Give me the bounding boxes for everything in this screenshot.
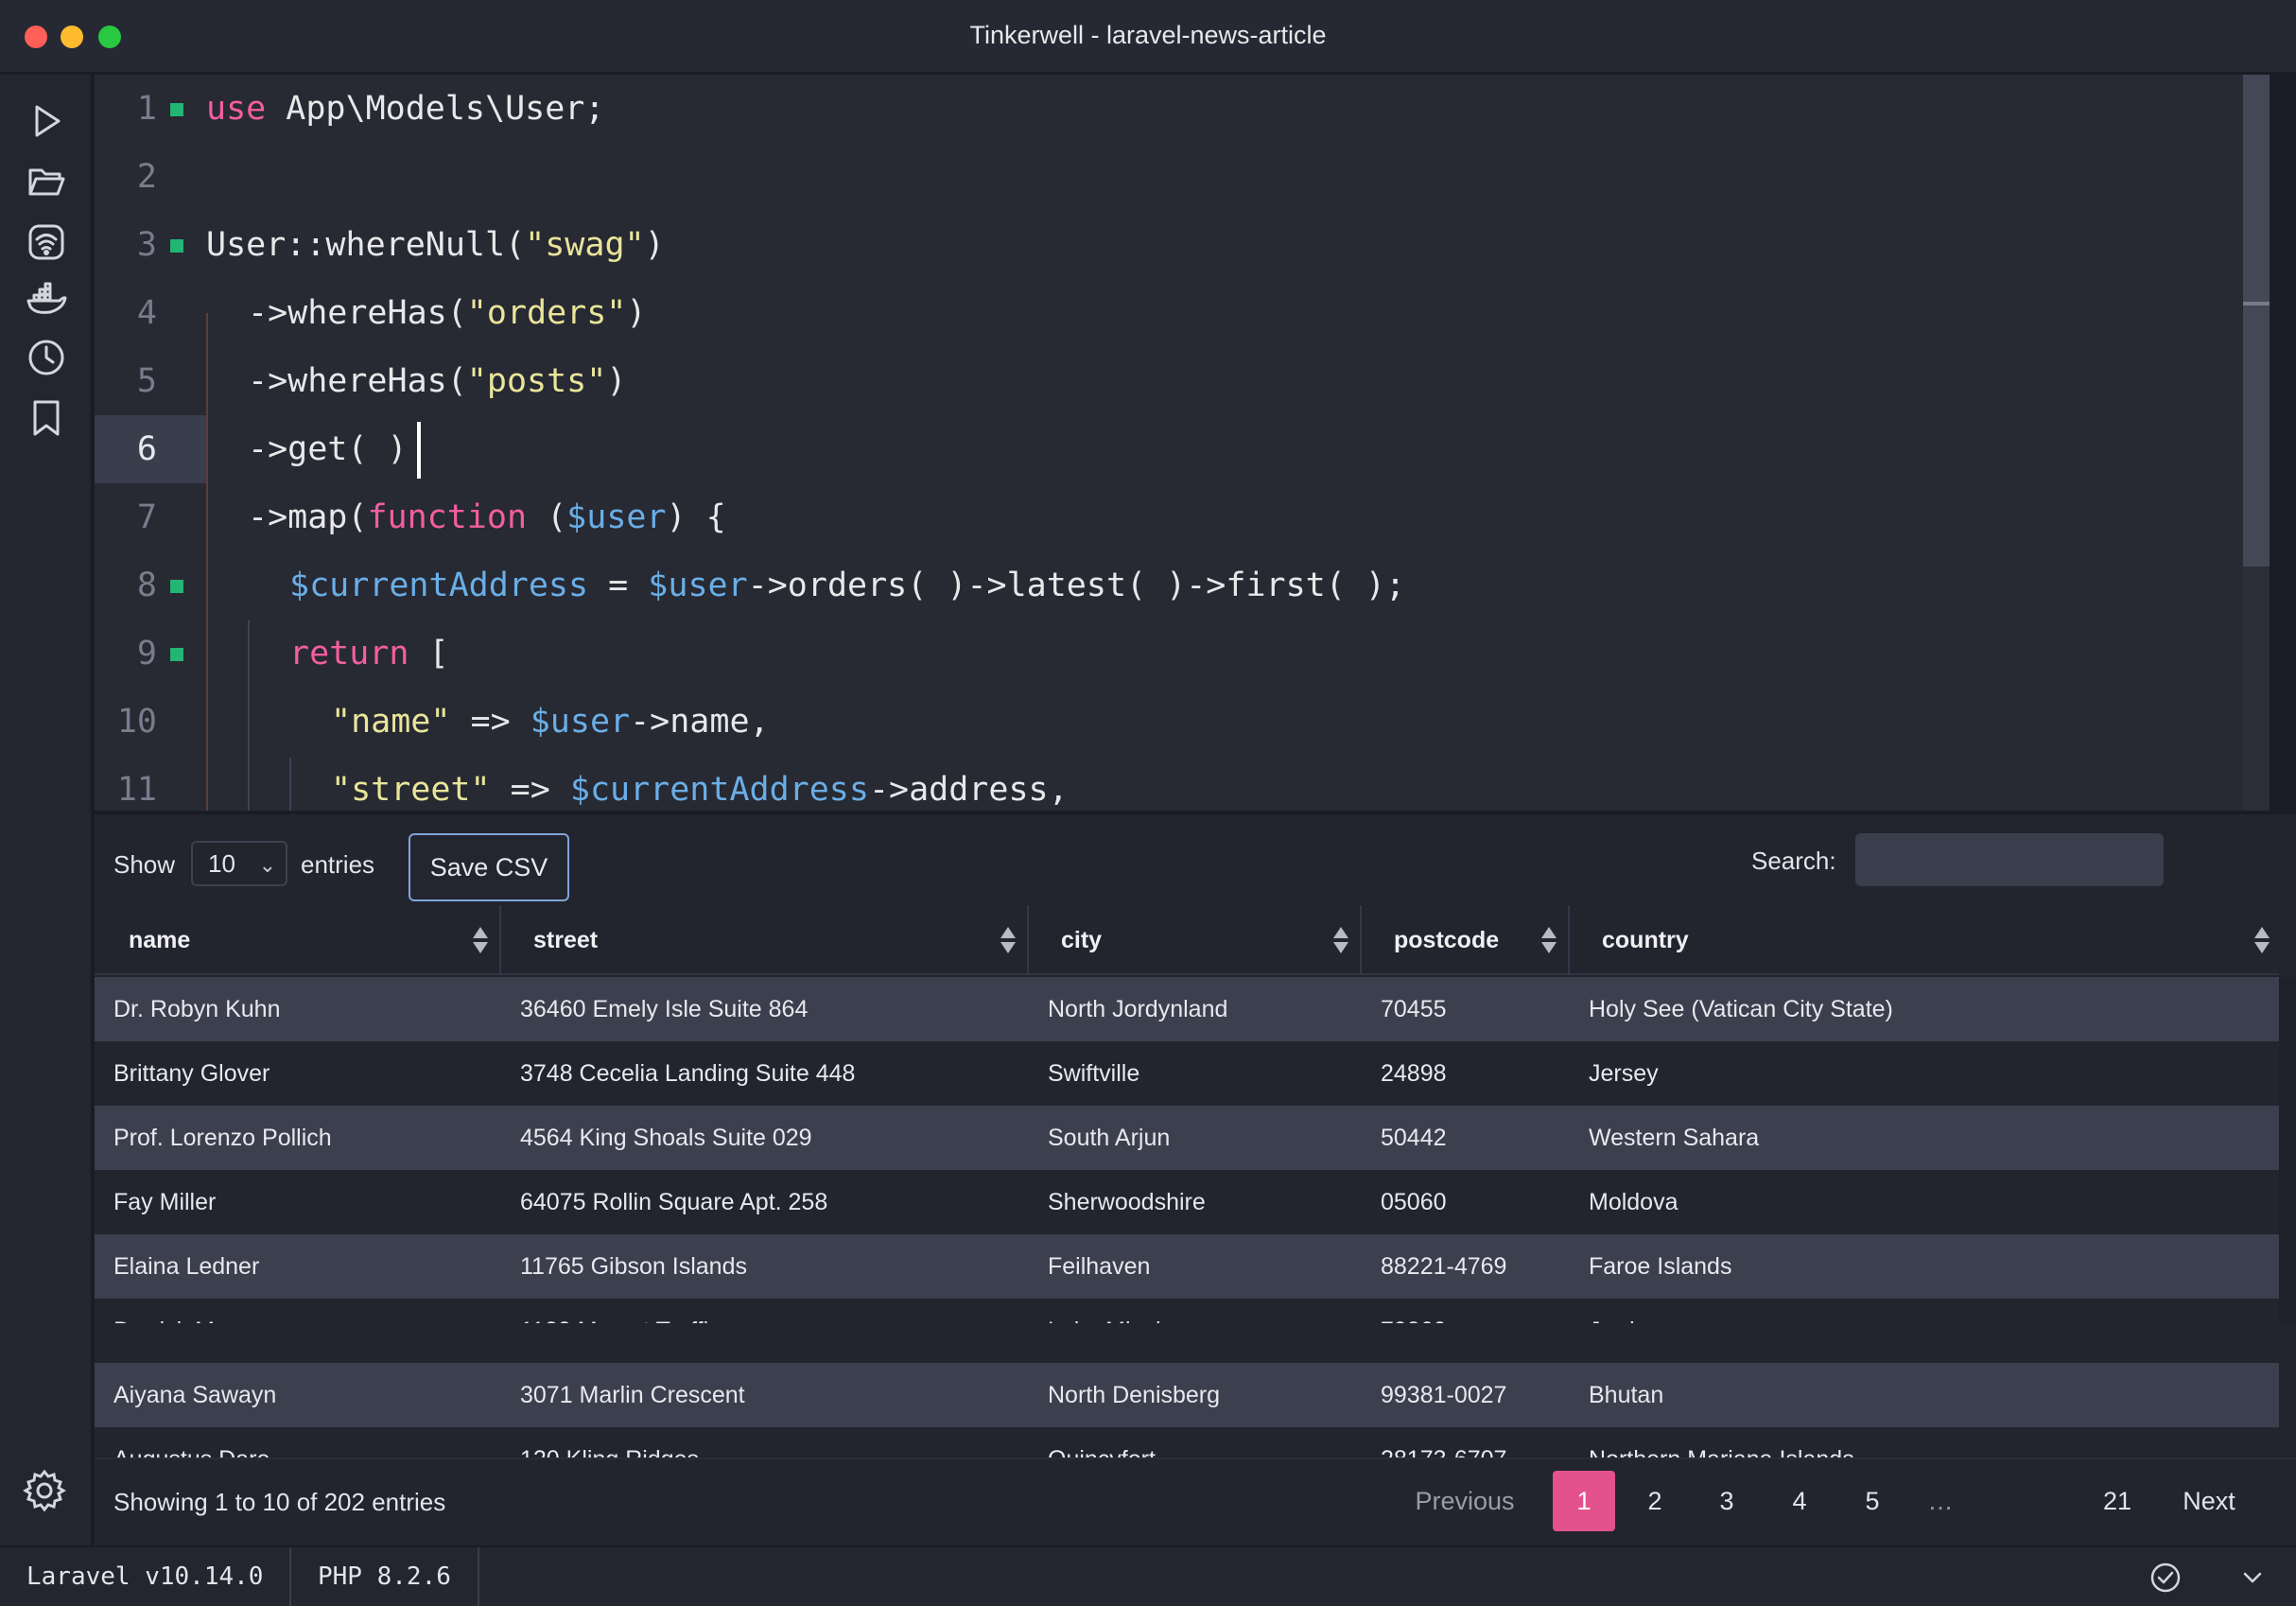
folder-icon[interactable] bbox=[21, 156, 72, 207]
code-line: 3 User::whereNull("swag") bbox=[95, 211, 2270, 279]
sort-icon bbox=[1000, 927, 1016, 953]
line-number: 4 bbox=[136, 294, 157, 332]
chevron-down-icon[interactable] bbox=[2234, 1559, 2271, 1597]
bookmark-icon[interactable] bbox=[21, 393, 72, 444]
column-header-country[interactable]: country bbox=[1570, 905, 2281, 975]
entries-info: Showing 1 to 10 of 202 entries bbox=[113, 1488, 446, 1516]
run-icon[interactable] bbox=[21, 96, 72, 147]
entries-label: entries bbox=[301, 850, 375, 879]
page-button-5[interactable]: 5 bbox=[1844, 1471, 1901, 1531]
table-row[interactable]: Dr. Robyn Kuhn 36460 Emely Isle Suite 86… bbox=[95, 977, 2279, 1041]
search-label: Search: bbox=[1751, 847, 1836, 875]
editor-scrollbar-thumb[interactable] bbox=[2243, 75, 2270, 567]
docker-icon[interactable] bbox=[21, 273, 72, 324]
table-row[interactable]: Aiyana Sawayn 3071 Marlin Crescent North… bbox=[95, 1363, 2279, 1427]
code-line: 8 $currentAddress = $user->orders( )->la… bbox=[95, 551, 2270, 620]
code-line: 1 use App\Models\User; bbox=[95, 75, 2270, 143]
page-button-1[interactable]: 1 bbox=[1553, 1471, 1615, 1531]
title-bar: Tinkerwell - laravel-news-article bbox=[0, 0, 2296, 74]
table-row[interactable]: Derrick Mraz 1122 Mayert Trafficway Lake… bbox=[95, 1299, 2279, 1323]
code-line: 5 ->whereHas("posts") bbox=[95, 347, 2270, 415]
page-button-3[interactable]: 3 bbox=[1698, 1471, 1755, 1531]
show-label: Show bbox=[113, 850, 176, 879]
code-line: 7 ->map(function ($user) { bbox=[95, 483, 2270, 551]
line-marker bbox=[170, 239, 183, 253]
sort-icon bbox=[2254, 927, 2270, 953]
sort-icon bbox=[1541, 927, 1557, 953]
column-header-street[interactable]: street bbox=[501, 905, 1029, 975]
table-body: Dr. Robyn Kuhn 36460 Emely Isle Suite 86… bbox=[95, 977, 2279, 1323]
code-line: 10 "name" => $user->name, bbox=[95, 688, 2270, 756]
page-size-select[interactable]: 10 ⌄ bbox=[191, 841, 287, 886]
check-circle-icon[interactable] bbox=[2147, 1559, 2184, 1597]
previous-page-button[interactable]: Previous bbox=[1403, 1471, 1526, 1531]
page-ellipsis: … bbox=[1927, 1487, 1954, 1515]
page-button-2[interactable]: 2 bbox=[1626, 1471, 1683, 1531]
line-number: 6 bbox=[136, 430, 157, 468]
line-number: 1 bbox=[136, 90, 157, 128]
line-number: 2 bbox=[136, 158, 157, 196]
line-marker bbox=[170, 103, 183, 116]
code-line: 2 bbox=[95, 143, 2270, 211]
table-footer: Showing 1 to 10 of 202 entries Previous … bbox=[95, 1458, 2296, 1547]
page-button-4[interactable]: 4 bbox=[1771, 1471, 1828, 1531]
sidebar bbox=[0, 75, 93, 1545]
page-button-21[interactable]: 21 bbox=[2084, 1471, 2150, 1531]
search-input[interactable] bbox=[1855, 833, 2164, 886]
line-marker bbox=[170, 648, 183, 661]
remote-icon[interactable] bbox=[21, 217, 72, 268]
table-row[interactable]: Fay Miller 64075 Rollin Square Apt. 258 … bbox=[95, 1170, 2279, 1234]
text-cursor bbox=[416, 422, 421, 479]
table-row[interactable]: Elaina Ledner 11765 Gibson Islands Feilh… bbox=[95, 1234, 2279, 1299]
next-page-button[interactable]: Next bbox=[2171, 1471, 2247, 1531]
column-header-name[interactable]: name bbox=[95, 905, 501, 975]
column-header-postcode[interactable]: postcode bbox=[1362, 905, 1570, 975]
gear-icon[interactable] bbox=[21, 1467, 72, 1518]
results-panel: Show 10 ⌄ entries Save CSV Search: name … bbox=[95, 812, 2296, 1545]
editor-scrollbar[interactable] bbox=[2243, 75, 2270, 811]
table-header: name street city postcode country bbox=[95, 905, 2279, 975]
code-line: 4 ->whereHas("orders") bbox=[95, 279, 2270, 347]
line-number: 3 bbox=[136, 226, 157, 264]
window-title: Tinkerwell - laravel-news-article bbox=[969, 21, 1327, 49]
table-scrollbar[interactable] bbox=[2279, 977, 2296, 1323]
line-number: 9 bbox=[136, 635, 157, 672]
line-number: 11 bbox=[116, 771, 157, 809]
code-editor[interactable]: 1 use App\Models\User; 2 3 User::whereNu… bbox=[95, 75, 2270, 811]
line-number: 7 bbox=[136, 498, 157, 536]
chevron-down-icon: ⌄ bbox=[258, 853, 276, 877]
scrollbar-cursor-mark bbox=[2243, 302, 2270, 305]
laravel-version: Laravel v10.14.0 bbox=[0, 1547, 292, 1606]
php-version: PHP 8.2.6 bbox=[291, 1547, 479, 1606]
status-bar: Laravel v10.14.0 PHP 8.2.6 bbox=[0, 1545, 2296, 1606]
code-line: 9 return [ bbox=[95, 620, 2270, 688]
code-line: 11 "street" => $currentAddress->address, bbox=[95, 756, 2270, 811]
column-header-city[interactable]: city bbox=[1029, 905, 1362, 975]
code-line-active: 6 ->get( ) bbox=[95, 415, 2270, 483]
table-row[interactable]: Prof. Lorenzo Pollich 4564 King Shoals S… bbox=[95, 1106, 2279, 1170]
table-body-continued: Aiyana Sawayn 3071 Marlin Crescent North… bbox=[95, 1363, 2279, 1458]
save-csv-button[interactable]: Save CSV bbox=[409, 833, 569, 901]
sort-icon bbox=[1333, 927, 1348, 953]
line-number: 10 bbox=[116, 703, 157, 741]
line-number: 8 bbox=[136, 567, 157, 604]
line-number: 5 bbox=[136, 362, 157, 400]
line-marker bbox=[170, 580, 183, 593]
table-row[interactable]: Brittany Glover 3748 Cecelia Landing Sui… bbox=[95, 1041, 2279, 1106]
table-row-partial[interactable]: Augustus Dare 120 Kling Ridges Quincyfor… bbox=[95, 1427, 2279, 1458]
sort-icon bbox=[473, 927, 488, 953]
history-icon[interactable] bbox=[21, 332, 72, 383]
